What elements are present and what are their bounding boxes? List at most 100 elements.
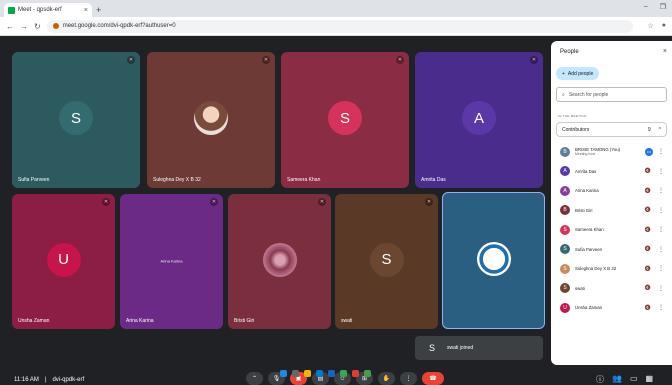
person-name: Suleghna Dey X B 32 bbox=[575, 266, 617, 272]
person-avatar: A bbox=[560, 185, 570, 196]
address-bar[interactable]: meet.google.com/dvi-qpdk-erf?authuser=0 bbox=[46, 19, 634, 33]
muted-mic-icon: ✕ bbox=[318, 198, 326, 206]
people-search-input[interactable]: ⌕ Search for people bbox=[556, 87, 667, 102]
more-options-icon[interactable]: ⋮ bbox=[658, 265, 664, 272]
people-list-item[interactable]: U Unsha Zaman 🔇 ⋮ bbox=[556, 298, 669, 318]
people-list-item[interactable]: A Arina Karina 🔇 ⋮ bbox=[556, 181, 669, 201]
minimize-icon[interactable]: – bbox=[644, 3, 648, 11]
more-options-icon[interactable]: ⋮ bbox=[658, 148, 664, 155]
search-taskbar-icon[interactable] bbox=[292, 370, 299, 377]
contributors-section[interactable]: Contributors 9 ^ bbox=[556, 122, 667, 137]
reload-icon[interactable]: ↻ bbox=[34, 22, 41, 31]
more-options-icon[interactable]: ⋮ bbox=[658, 168, 664, 175]
activities-icon[interactable]: ▦ bbox=[646, 374, 654, 385]
contributors-label: Contributors bbox=[562, 126, 590, 133]
windows-start-icon[interactable] bbox=[280, 370, 287, 377]
new-tab-icon[interactable]: + bbox=[96, 5, 101, 15]
people-list-item[interactable]: S Suleghna Dey X B 32 🔇 ⋮ bbox=[556, 259, 669, 279]
muted-mic-icon: ✕ bbox=[396, 56, 404, 64]
participant-name: Suleghna Dey X B 32 bbox=[153, 177, 201, 183]
store-icon[interactable] bbox=[328, 370, 335, 377]
participant-avatar: A bbox=[462, 101, 496, 135]
window-controls: – ❐ bbox=[644, 3, 666, 11]
person-avatar: S bbox=[560, 283, 570, 294]
participant-tile[interactable]: Arina Karina ✕ Arina Karina bbox=[120, 194, 223, 329]
more-options-icon[interactable]: ⋮ bbox=[658, 207, 664, 214]
close-tab-icon[interactable]: × bbox=[84, 7, 88, 14]
meeting-info: 11:16 AM | dvi-qpdk-erf bbox=[14, 377, 85, 383]
people-icon[interactable]: 👥 bbox=[612, 374, 622, 385]
whatsapp-icon[interactable] bbox=[364, 370, 371, 377]
people-list-item[interactable]: S Sufia Parveen 🔇 ⋮ bbox=[556, 240, 669, 260]
people-list: B BRISIE TAMONG (You) Meeting host ••• ⋮ A Amr… bbox=[556, 142, 669, 318]
participant-name: Amrita Das bbox=[421, 177, 446, 183]
people-list-item[interactable]: A Amrita Das 🔇 ⋮ bbox=[556, 162, 669, 182]
file-explorer-icon[interactable] bbox=[304, 370, 311, 377]
profile-icon[interactable]: ● bbox=[662, 22, 666, 30]
close-panel-icon[interactable]: × bbox=[663, 48, 667, 55]
people-list-item[interactable]: Sswati 🔇 ⋮ bbox=[556, 279, 669, 299]
people-list-item[interactable]: B Bristi Giri 🔇 ⋮ bbox=[556, 201, 669, 221]
app-icon[interactable] bbox=[352, 370, 359, 377]
toast-text: swati joined bbox=[447, 345, 474, 351]
participant-photo bbox=[194, 101, 228, 135]
person-avatar: A bbox=[560, 166, 570, 177]
site-info-icon[interactable] bbox=[52, 23, 59, 29]
people-list-item[interactable]: S Sameera Khan 🔇 ⋮ bbox=[556, 220, 669, 240]
participant-tile[interactable]: ✕ Bristi Giri bbox=[228, 194, 331, 329]
participant-tile[interactable] bbox=[442, 192, 545, 329]
people-panel: People × + Add people ⌕ Search for peopl… bbox=[551, 41, 672, 365]
participant-display-text: Arina Karina bbox=[160, 257, 183, 263]
more-options-icon[interactable]: ⋮ bbox=[658, 187, 664, 194]
person-name-block: BRISIE TAMONG (You) Meeting host bbox=[575, 147, 620, 157]
bookmark-star-icon[interactable]: ☆ bbox=[647, 22, 653, 30]
person-name: Bristi Giri bbox=[575, 207, 593, 213]
muted-mic-icon: ✕ bbox=[102, 198, 110, 206]
person-avatar: S bbox=[560, 244, 570, 255]
person-name-block: Unsha Zaman bbox=[575, 305, 602, 310]
person-avatar: B bbox=[560, 146, 570, 157]
taskbar-icons bbox=[280, 370, 371, 377]
person-name-block: Bristi Giri bbox=[575, 208, 592, 213]
add-people-button[interactable]: + Add people bbox=[556, 67, 600, 80]
participant-name: Unsha Zaman bbox=[18, 318, 50, 324]
participant-tile[interactable]: U ✕ Unsha Zaman bbox=[12, 194, 115, 329]
participant-tile[interactable]: S ✕ Sameera Khan bbox=[281, 52, 409, 188]
forward-icon[interactable]: → bbox=[20, 22, 28, 31]
side-controls: ⓘ 👥 ▭ ▦ bbox=[596, 374, 653, 385]
chat-icon[interactable]: ▭ bbox=[630, 374, 638, 385]
back-icon[interactable]: ← bbox=[6, 22, 14, 31]
mic-off-icon: 🔇 bbox=[644, 304, 651, 311]
participant-tile[interactable]: A ✕ Amrita Das bbox=[415, 52, 543, 188]
person-name: Sufia Parveen bbox=[575, 246, 602, 252]
browser-tab[interactable]: Meet - qpsdk-erf × bbox=[4, 3, 92, 17]
more-options-icon[interactable]: ⋮ bbox=[658, 285, 664, 292]
participant-name: swati bbox=[341, 318, 353, 324]
browser-toolbar: ← → ↻ meet.google.com/dvi-qpdk-erf?authu… bbox=[0, 17, 672, 36]
participant-name: Sameera Khan bbox=[287, 177, 321, 183]
info-icon[interactable]: ⓘ bbox=[596, 374, 604, 385]
muted-mic-icon: ✕ bbox=[530, 56, 538, 64]
chrome-icon[interactable] bbox=[340, 370, 347, 377]
more-options-icon[interactable]: ⋮ bbox=[658, 246, 664, 253]
speaking-indicator-icon: ••• bbox=[645, 147, 653, 156]
participant-avatar: S bbox=[328, 101, 362, 135]
muted-mic-icon: ✕ bbox=[425, 198, 433, 206]
participant-tile[interactable]: S ✕ swati bbox=[335, 194, 438, 329]
person-avatar: B bbox=[560, 205, 570, 216]
contributors-count: 9 bbox=[647, 126, 651, 133]
more-options-icon[interactable]: ⋮ bbox=[658, 226, 664, 233]
edge-icon[interactable] bbox=[316, 370, 323, 377]
more-options-icon[interactable]: ⋮ bbox=[658, 304, 664, 311]
person-name: swati bbox=[575, 285, 585, 291]
tab-title: Meet - qpsdk-erf bbox=[18, 7, 62, 13]
participant-tile[interactable]: ✕ Suleghna Dey X B 32 bbox=[147, 52, 275, 188]
add-person-icon: + bbox=[562, 70, 565, 77]
restore-icon[interactable]: ❐ bbox=[660, 3, 666, 11]
url-text: meet.google.com/dvi-qpdk-erf?authuser=0 bbox=[62, 23, 176, 29]
person-name-block: swati bbox=[575, 286, 585, 291]
person-name-block: Sameera Khan bbox=[575, 227, 604, 232]
search-icon: ⌕ bbox=[562, 91, 565, 98]
people-list-item[interactable]: B BRISIE TAMONG (You) Meeting host ••• ⋮ bbox=[556, 142, 669, 162]
participant-tile[interactable]: S ✕ Sufia Parveen bbox=[12, 52, 140, 188]
